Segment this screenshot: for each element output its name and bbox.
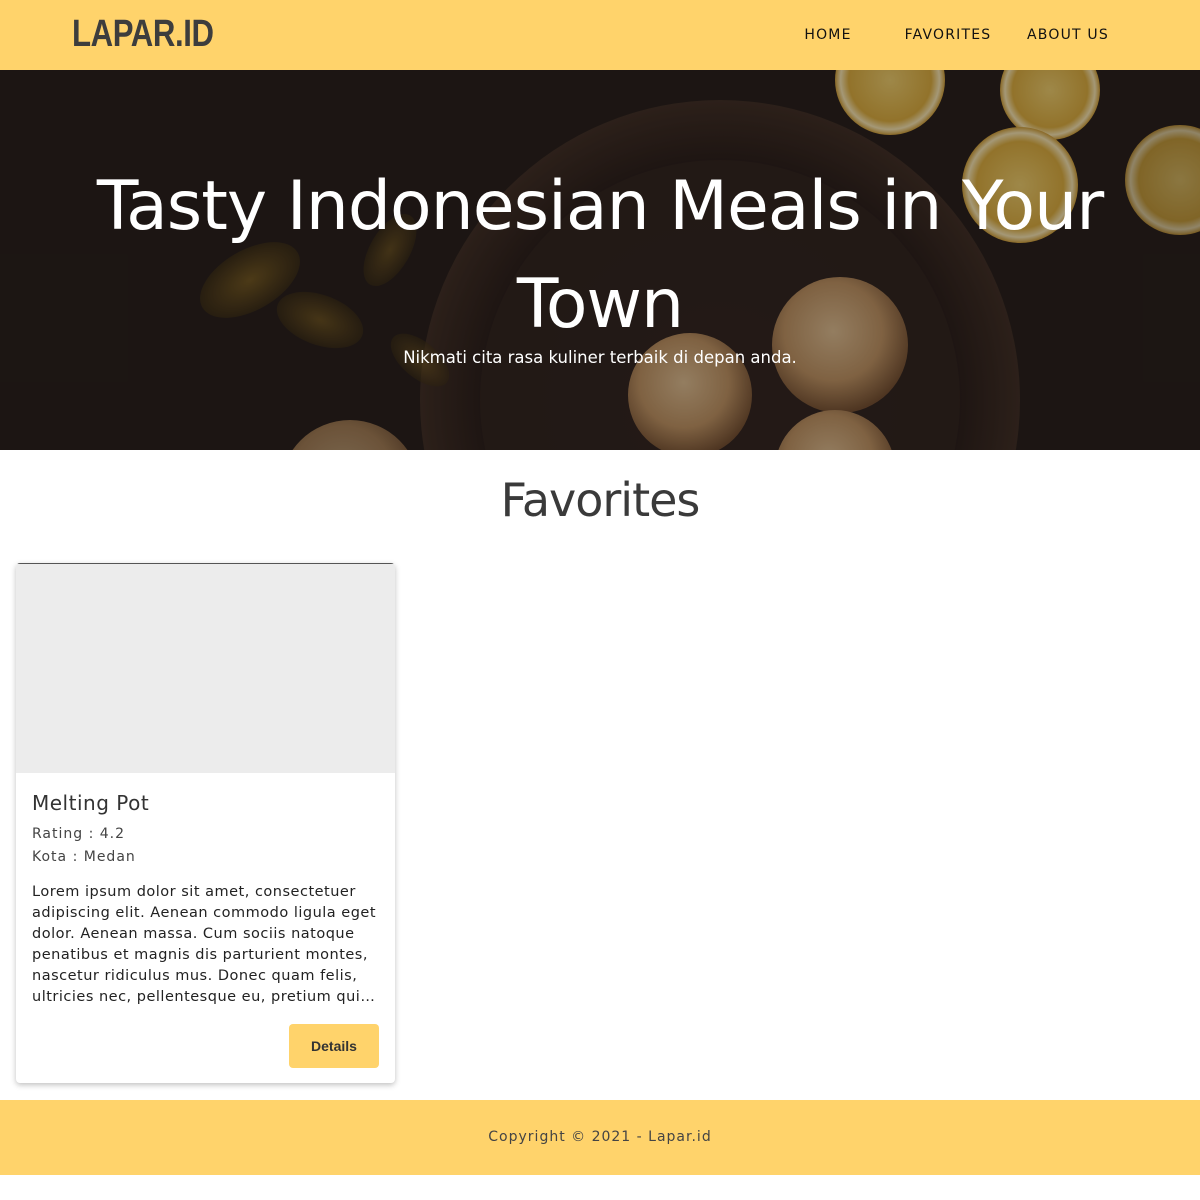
- restaurant-name: Melting Pot: [32, 791, 150, 815]
- hero-banner: Tasty Indonesian Meals in Your Town Nikm…: [0, 70, 1200, 450]
- main-nav: HOME FAVORITES ABOUT US: [768, 0, 1200, 70]
- footer-copyright: Copyright © 2021 - Lapar.id: [488, 1129, 712, 1145]
- restaurant-city: Kota : Medan: [32, 849, 136, 865]
- hero-subtitle: Nikmati cita rasa kuliner terbaik di dep…: [403, 348, 797, 367]
- app-footer: Copyright © 2021 - Lapar.id: [0, 1100, 1200, 1175]
- restaurant-image-placeholder: [16, 563, 395, 773]
- nav-link-home[interactable]: HOME: [768, 0, 888, 70]
- section-title: Favorites: [500, 473, 701, 527]
- nav-link-about-us[interactable]: ABOUT US: [1008, 0, 1128, 70]
- restaurant-card: Melting Pot Rating : 4.2 Kota : Medan Lo…: [16, 563, 395, 1083]
- nav-link-favorites[interactable]: FAVORITES: [888, 0, 1008, 70]
- details-button[interactable]: Details: [289, 1024, 379, 1068]
- hero-title: Tasty Indonesian Meals in Your Town: [96, 167, 1104, 344]
- app-header: LAPAR.ID HOME FAVORITES ABOUT US: [0, 0, 1200, 70]
- restaurant-description: Lorem ipsum dolor sit amet, consectetuer…: [32, 884, 377, 1005]
- restaurant-rating: Rating : 4.2: [32, 826, 126, 842]
- site-logo[interactable]: LAPAR.ID: [72, 10, 214, 58]
